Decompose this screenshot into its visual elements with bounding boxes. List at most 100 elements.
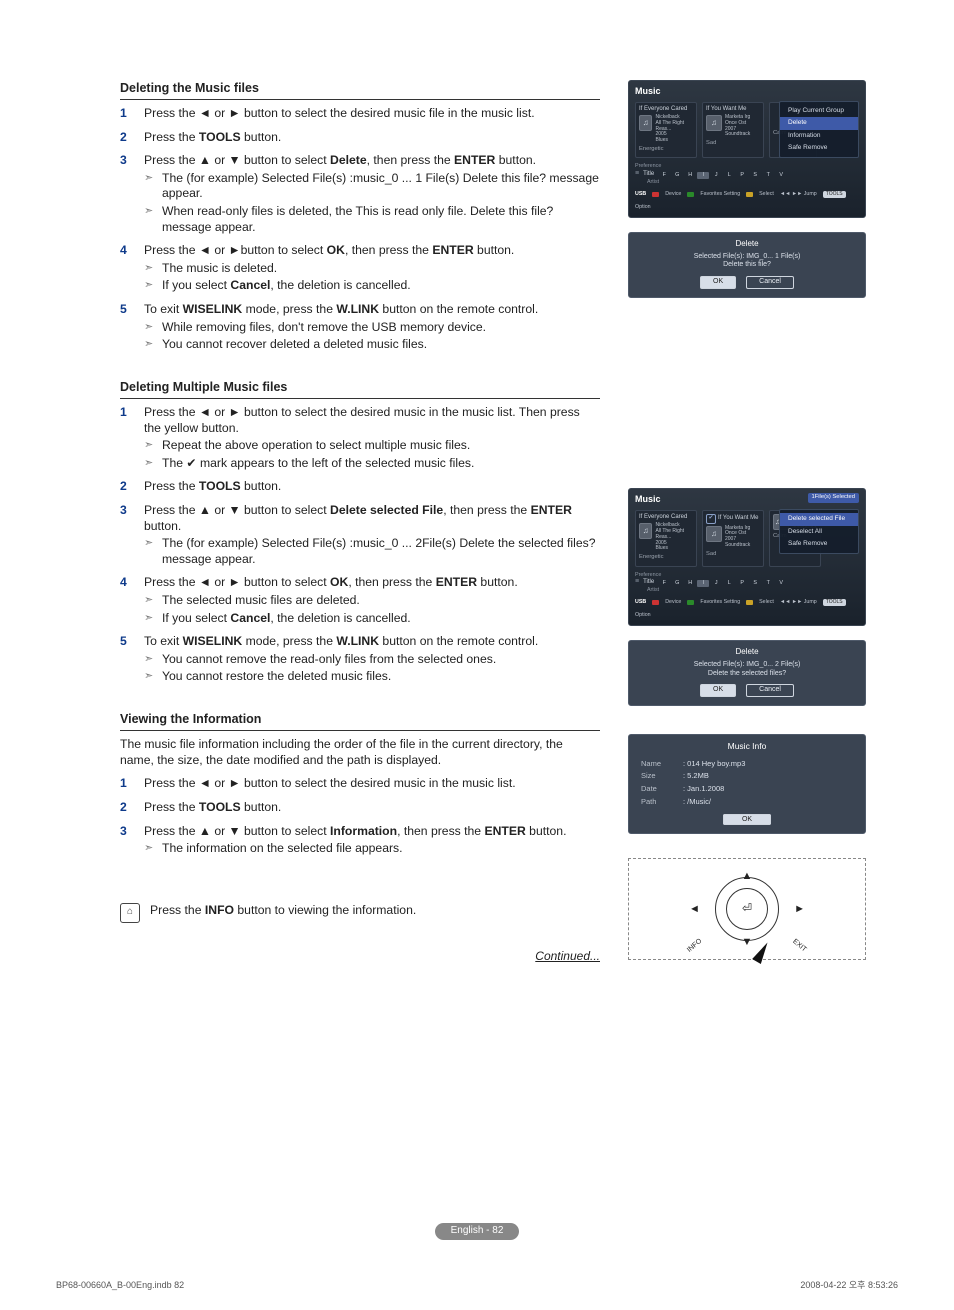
alpha-letter[interactable]: G	[671, 172, 683, 179]
step-note: If you select Cancel, the deletion is ca…	[144, 611, 600, 627]
step-note: The ✔ mark appears to the left of the se…	[144, 456, 600, 472]
step: Press the ◄ or ► button to select the de…	[120, 405, 600, 471]
exit-label: EXIT	[790, 938, 808, 955]
alpha-letter[interactable]: V	[775, 172, 787, 179]
osd-row-title: Title	[643, 579, 654, 587]
step: Press the ◄ or ► button to select OK, th…	[120, 575, 600, 626]
osd-music-delete-menu: Music If Everyone Cared♫NickelbackAll Th…	[628, 80, 866, 218]
green-dot-icon	[687, 192, 694, 197]
enter-button-icon: ⏎	[726, 888, 768, 930]
red-dot-icon	[652, 600, 659, 605]
page-footer: English - 82	[0, 1222, 954, 1240]
info-value: : 014 Hey boy.mp3	[681, 757, 855, 770]
info-key: Date	[639, 782, 681, 795]
view-info-intro: The music file information including the…	[120, 737, 600, 768]
osd-alpha-bar[interactable]: FGHIJLPSTV	[658, 172, 787, 179]
yellow-dot-icon	[746, 600, 753, 605]
up-arrow-icon: ▲	[742, 869, 753, 883]
dialog-line2: Delete this file?	[637, 261, 857, 270]
red-dot-icon	[652, 192, 659, 197]
osd-music-multi-select: Music 1File(s) Selected If Everyone Care…	[628, 488, 866, 626]
menu-item[interactable]: Delete	[780, 117, 858, 129]
music-tile[interactable]: If You Want Me♫Marketa IrgOnce Ost2007So…	[702, 102, 764, 159]
usb-label: USB	[635, 599, 646, 606]
steps-delete-multi: Press the ◄ or ► button to select the de…	[120, 405, 600, 685]
music-tile[interactable]: If Everyone Cared♫NickelbackAll The Righ…	[635, 102, 697, 159]
dialog-line1: Selected File(s): IMG_0... 1 File(s)	[637, 253, 857, 262]
menu-item[interactable]: Delete selected File	[780, 513, 858, 525]
step: Press the ▲ or ▼ button to select Delete…	[120, 153, 600, 235]
yellow-dot-icon	[746, 192, 753, 197]
alpha-letter[interactable]: F	[658, 580, 670, 587]
osd-header: Music	[635, 86, 859, 98]
alpha-letter[interactable]: L	[723, 580, 735, 587]
cancel-button[interactable]: Cancel	[746, 276, 794, 289]
info-value: : 5.2MB	[681, 770, 855, 783]
step-note: When read-only files is deleted, the Thi…	[144, 204, 600, 235]
alpha-letter[interactable]: L	[723, 172, 735, 179]
step: To exit WISELINK mode, press the W.LINK …	[120, 302, 600, 353]
info-key: Path	[639, 795, 681, 808]
cancel-button[interactable]: Cancel	[746, 684, 794, 697]
menu-item[interactable]: Information	[780, 130, 858, 142]
menu-item[interactable]: Safe Remove	[780, 142, 858, 154]
music-tile[interactable]: If Everyone Cared♫NickelbackAll The Righ…	[635, 510, 697, 567]
info-value: : Jan.1.2008	[681, 782, 855, 795]
alpha-letter[interactable]: P	[736, 172, 748, 179]
music-note-icon: ♫	[639, 523, 652, 539]
section-title-view-info: Viewing the Information	[120, 711, 600, 731]
music-note-icon: ♫	[639, 115, 652, 131]
osd-footer: USBDeviceFavorites SettingSelect◄◄ ►► Ju…	[635, 191, 859, 211]
osd-context-menu[interactable]: Play Current GroupDeleteInformationSafe …	[779, 101, 859, 158]
usb-label: USB	[635, 191, 646, 198]
step-note: The (for example) Selected File(s) :musi…	[144, 536, 600, 567]
alpha-letter[interactable]: T	[762, 172, 774, 179]
step: Press the TOOLS button.	[120, 479, 600, 495]
alpha-letter[interactable]: G	[671, 580, 683, 587]
check-icon: ✔	[706, 514, 716, 524]
osd-context-menu[interactable]: Delete selected FileDeselect AllSafe Rem…	[779, 509, 859, 554]
ok-button[interactable]: OK	[723, 814, 771, 825]
info-tip: ⌂ Press the INFO button to viewing the i…	[120, 903, 600, 923]
alpha-letter[interactable]: J	[710, 580, 722, 587]
info-key: Size	[639, 770, 681, 783]
alpha-letter[interactable]: V	[775, 580, 787, 587]
info-panel-title: Music Info	[639, 741, 855, 752]
step-note: Repeat the above operation to select mul…	[144, 438, 600, 454]
tools-pill: TOOLS	[823, 599, 846, 605]
step-note: The (for example) Selected File(s) :musi…	[144, 171, 600, 202]
alpha-letter[interactable]: H	[684, 580, 696, 587]
step-note: If you select Cancel, the deletion is ca…	[144, 278, 600, 294]
alpha-letter[interactable]: I	[697, 172, 709, 179]
osd-alpha-bar[interactable]: FGHIJLPSTV	[658, 580, 787, 587]
menu-item[interactable]: Deselect All	[780, 526, 858, 538]
menu-item[interactable]: Safe Remove	[780, 538, 858, 550]
osd-preference-label: Preference	[635, 163, 859, 170]
ok-button[interactable]: OK	[700, 276, 736, 289]
music-note-icon: ♫	[706, 115, 722, 131]
alpha-letter[interactable]: I	[697, 580, 709, 587]
steps-view-info: Press the ◄ or ► button to select the de…	[120, 776, 600, 856]
alpha-letter[interactable]: H	[684, 172, 696, 179]
step: To exit WISELINK mode, press the W.LINK …	[120, 634, 600, 685]
alpha-letter[interactable]: S	[749, 580, 761, 587]
alpha-letter[interactable]: T	[762, 580, 774, 587]
alpha-letter[interactable]: J	[710, 172, 722, 179]
alpha-letter[interactable]: F	[658, 172, 670, 179]
tools-pill: TOOLS	[823, 191, 846, 197]
right-arrow-icon: ►	[794, 902, 805, 916]
menu-item[interactable]: Play Current Group	[780, 105, 858, 117]
selected-count-badge: 1File(s) Selected	[808, 493, 860, 502]
music-tile[interactable]: ✔If You Want Me♫Marketa IrgOnce Ost2007S…	[702, 510, 764, 567]
osd-footer: USBDeviceFavorites SettingSelect◄◄ ►► Ju…	[635, 599, 859, 619]
ok-button[interactable]: OK	[700, 684, 736, 697]
step-note: You cannot recover deleted a deleted mus…	[144, 337, 600, 353]
alpha-letter[interactable]: S	[749, 172, 761, 179]
info-key: Name	[639, 757, 681, 770]
delete-dialog-multi: Delete Selected File(s): IMG_0... 2 File…	[628, 640, 866, 707]
step-note: The selected music files are deleted.	[144, 593, 600, 609]
dialog-title: Delete	[637, 239, 857, 249]
step-note: While removing files, don't remove the U…	[144, 320, 600, 336]
alpha-letter[interactable]: P	[736, 580, 748, 587]
build-right: 2008-04-22 오후 8:53:26	[800, 1280, 898, 1292]
